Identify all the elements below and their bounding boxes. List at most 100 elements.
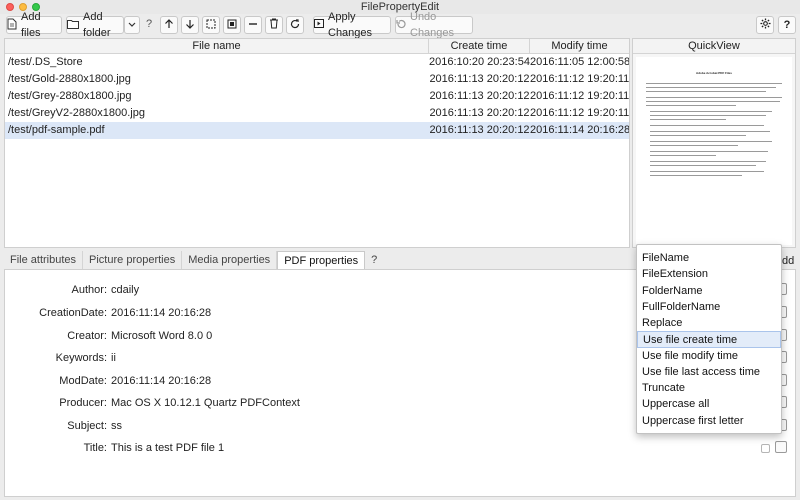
move-up-button[interactable]	[160, 16, 178, 34]
author-label: Author:	[71, 284, 107, 296]
title-checkbox[interactable]	[761, 444, 770, 453]
menu-item-use-file-create-time[interactable]: Use file create time	[637, 331, 781, 348]
remove-button[interactable]	[244, 16, 262, 34]
preview-text-line	[650, 155, 716, 156]
create-time-cell: 2016:11:13 20:20:12	[429, 107, 530, 119]
table-row[interactable]: /test/Grey-2880x1800.jpg 2016:11:13 20:2…	[5, 88, 629, 105]
create-time-cell: 2016:10:20 20:23:54	[429, 56, 530, 68]
preview-text-line	[646, 87, 776, 88]
apply-changes-button[interactable]: Apply Changes	[313, 11, 391, 39]
column-header-modify-time[interactable]: Modify time	[530, 39, 629, 53]
function-dropdown-menu: FileName FileExtension FolderName FullFo…	[636, 244, 782, 434]
create-time-cell: 2016:11:13 20:20:12	[429, 73, 530, 85]
preview-text-line	[646, 83, 782, 84]
undo-changes-button[interactable]: Undo Changes	[395, 11, 473, 39]
close-window-button[interactable]	[6, 3, 14, 11]
preview-text-line	[650, 135, 746, 136]
quickview-panel: QuickView Adobe Acrobat PDF Files	[632, 38, 796, 248]
keywords-label: Keywords:	[55, 352, 107, 364]
toolbar-help-link[interactable]: ?	[146, 18, 152, 30]
remove-icon	[248, 19, 258, 32]
preview-text-line	[650, 141, 772, 142]
column-header-file-name[interactable]: File name	[5, 39, 429, 53]
table-row-selected[interactable]: /test/pdf-sample.pdf 2016:11:13 20:20:12…	[5, 122, 629, 139]
mod-date-field[interactable]: 2016:11:14 20:16:28	[111, 375, 631, 387]
quickview-title: QuickView	[633, 39, 795, 54]
table-row[interactable]: /test/.DS_Store 2016:10:20 20:23:54 2016…	[5, 54, 629, 71]
mod-date-label: ModDate:	[59, 375, 107, 387]
file-table: File name Create time Modify time /test/…	[4, 38, 630, 248]
preview-text-line	[646, 105, 736, 106]
creator-label: Creator:	[67, 330, 107, 342]
down-arrow-icon	[185, 19, 195, 32]
column-header-create-time[interactable]: Create time	[429, 39, 530, 53]
preview-text-line	[650, 165, 756, 166]
preview-text-line	[650, 111, 772, 112]
tab-media-properties[interactable]: Media properties	[182, 251, 278, 269]
creator-field[interactable]: Microsoft Word 8.0 0	[111, 330, 631, 342]
producer-field[interactable]: Mac OS X 10.12.1 Quartz PDFContext	[111, 397, 631, 409]
preview-text-line	[650, 175, 742, 176]
add-files-button[interactable]: Add files	[6, 11, 62, 39]
title-edit-button[interactable]	[775, 441, 787, 453]
tab-pdf-properties[interactable]: PDF properties	[277, 251, 366, 269]
add-button-label[interactable]: dd	[782, 255, 794, 267]
file-name-cell: /test/GreyV2-2880x1800.jpg	[8, 107, 145, 119]
author-field[interactable]: cdaily	[111, 284, 631, 296]
menu-item-use-file-last-access-time[interactable]: Use file last access time	[637, 364, 781, 380]
select-button[interactable]	[202, 16, 220, 34]
menu-item-use-file-modify-time[interactable]: Use file modify time	[637, 348, 781, 364]
menu-item-file-name[interactable]: FileName	[637, 250, 781, 266]
subject-label: Subject:	[67, 420, 107, 432]
subject-field[interactable]: ss	[111, 420, 631, 432]
title-label: Title:	[83, 442, 107, 454]
menu-item-uppercase-all[interactable]: Uppercase all	[637, 396, 781, 412]
preview-text-line	[650, 161, 766, 162]
menu-item-file-extension[interactable]: FileExtension	[637, 266, 781, 282]
file-table-header: File name Create time Modify time	[5, 39, 629, 54]
toolbar: Add files Add folder ? Apply Changes Und…	[0, 11, 800, 39]
tab-file-attributes[interactable]: File attributes	[4, 251, 84, 269]
preview-text-line	[646, 91, 766, 92]
preview-text-line	[650, 119, 726, 120]
add-folder-button[interactable]: Add folder	[66, 11, 124, 39]
menu-item-truncate[interactable]: Truncate	[637, 380, 781, 396]
move-down-button[interactable]	[181, 16, 199, 34]
select-all-button[interactable]	[223, 16, 241, 34]
select-icon	[206, 19, 216, 32]
creation-date-label: CreationDate:	[39, 307, 107, 319]
add-folder-icon	[67, 19, 79, 32]
add-folder-dropdown[interactable]	[124, 16, 140, 34]
modify-time-cell: 2016:11:05 12:00:58	[530, 56, 629, 68]
preview-text-line	[650, 145, 738, 146]
file-name-cell: /test/pdf-sample.pdf	[8, 124, 105, 136]
settings-button[interactable]	[756, 16, 774, 34]
file-name-cell: /test/.DS_Store	[8, 56, 83, 68]
tabs-help-link[interactable]: ?	[365, 251, 383, 269]
select-all-icon	[227, 19, 237, 32]
preview-text-line	[646, 97, 782, 98]
gear-icon	[759, 18, 771, 32]
preview-text-line	[650, 131, 770, 132]
preview-text-line	[650, 151, 768, 152]
pdf-preview-image: Adobe Acrobat PDF Files	[636, 57, 792, 245]
table-row[interactable]: /test/Gold-2880x1800.jpg 2016:11:13 20:2…	[5, 71, 629, 88]
menu-item-folder-name[interactable]: FolderName	[637, 283, 781, 299]
modify-time-cell: 2016:11:12 19:20:11	[530, 73, 629, 85]
modify-time-cell: 2016:11:12 19:20:11	[530, 90, 629, 102]
menu-item-replace[interactable]: Replace	[637, 315, 781, 331]
delete-button[interactable]	[265, 16, 283, 34]
menu-item-full-folder-name[interactable]: FullFolderName	[637, 299, 781, 315]
trash-icon	[269, 18, 279, 32]
table-row[interactable]: /test/GreyV2-2880x1800.jpg 2016:11:13 20…	[5, 105, 629, 122]
tab-picture-properties[interactable]: Picture properties	[83, 251, 183, 269]
preview-text-line	[650, 171, 764, 172]
keywords-field[interactable]: ii	[111, 352, 631, 364]
refresh-button[interactable]	[286, 16, 304, 34]
creation-date-field[interactable]: 2016:11:14 20:16:28	[111, 307, 631, 319]
help-button[interactable]: ?	[778, 16, 796, 34]
property-tabs: File attributes Picture properties Media…	[4, 251, 383, 269]
title-field[interactable]: This is a test PDF file 1	[111, 442, 631, 454]
menu-item-uppercase-first-letter[interactable]: Uppercase first letter	[637, 413, 781, 429]
undo-changes-label: Undo Changes	[410, 11, 455, 39]
